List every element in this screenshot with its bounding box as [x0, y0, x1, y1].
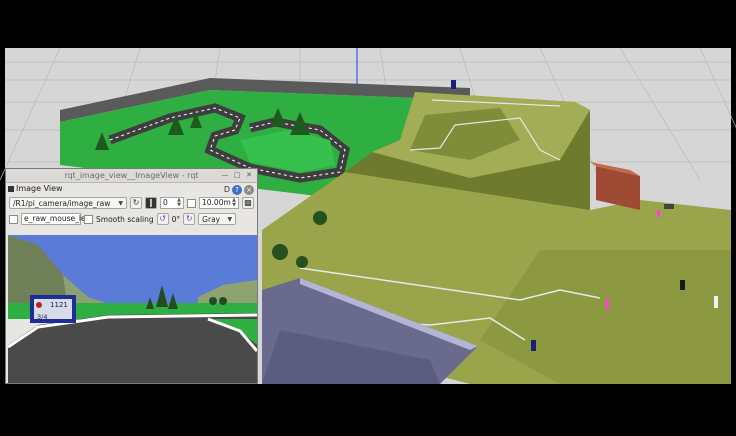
rotate-left-icon[interactable]: ↺ [156, 213, 169, 225]
frame-value: 0 [163, 198, 168, 207]
plate-text-1: 1121 [50, 301, 68, 309]
save-icon[interactable]: ▩ [242, 197, 254, 209]
camera-image[interactable]: 1121 3/4 [8, 235, 257, 383]
close-icon[interactable]: ✕ [244, 170, 254, 180]
window-titlebar[interactable]: rqt_image_view__ImageView - rqt — □ ✕ [6, 169, 257, 183]
dock-close-icon[interactable]: × [244, 185, 254, 195]
color-mode-select[interactable]: Gray ▼ [198, 213, 237, 225]
smooth-scaling-label: Smooth scaling [96, 214, 154, 224]
frame-spinbox[interactable]: 0 ▲ ▼ [160, 197, 184, 209]
maximize-icon[interactable]: □ [232, 170, 242, 180]
dock-title: Image View [16, 184, 63, 193]
distance-spinbox[interactable]: 10.00m ▲ ▼ [199, 197, 239, 209]
rotation-value: 0° [171, 214, 181, 224]
dock-d-button[interactable]: D [224, 184, 230, 196]
pause-icon[interactable]: ❙ [145, 197, 157, 209]
smooth-scaling-checkbox[interactable] [84, 214, 93, 224]
toolbar-row-2: e_raw_mouse_left Smooth scaling ↺ 0° ↻ G… [6, 211, 257, 227]
window-title: rqt_image_view__ImageView - rqt [64, 171, 199, 180]
image-view-icon [8, 186, 14, 192]
color-mode-value: Gray [202, 214, 221, 224]
rqt-image-view-window[interactable]: rqt_image_view__ImageView - rqt — □ ✕ Im… [5, 168, 258, 384]
topic-value: /R1/pi_camera/image_raw [13, 198, 111, 208]
distance-value: 10.00m [202, 198, 231, 207]
help-icon[interactable]: ? [232, 185, 242, 195]
chevron-down-icon: ▼ [227, 215, 233, 223]
toolbar-row-1: /R1/pi_camera/image_raw ▼ ↻ ❙ 0 ▲ ▼ 10.00… [6, 195, 257, 211]
mouse-topic-input[interactable]: e_raw_mouse_left [21, 213, 91, 225]
refresh-icon[interactable]: ↻ [130, 197, 142, 209]
topic-select[interactable]: /R1/pi_camera/image_raw ▼ [9, 197, 127, 209]
distance-checkbox[interactable] [187, 198, 196, 208]
dock-titlebar: Image View D ? × [6, 183, 257, 195]
plate-text-2: 3/4 [37, 313, 47, 321]
mouse-topic-checkbox[interactable] [9, 214, 18, 224]
rotate-right-icon[interactable]: ↻ [183, 213, 196, 225]
minimize-icon[interactable]: — [220, 170, 230, 180]
chevron-down-icon: ▼ [118, 199, 123, 207]
